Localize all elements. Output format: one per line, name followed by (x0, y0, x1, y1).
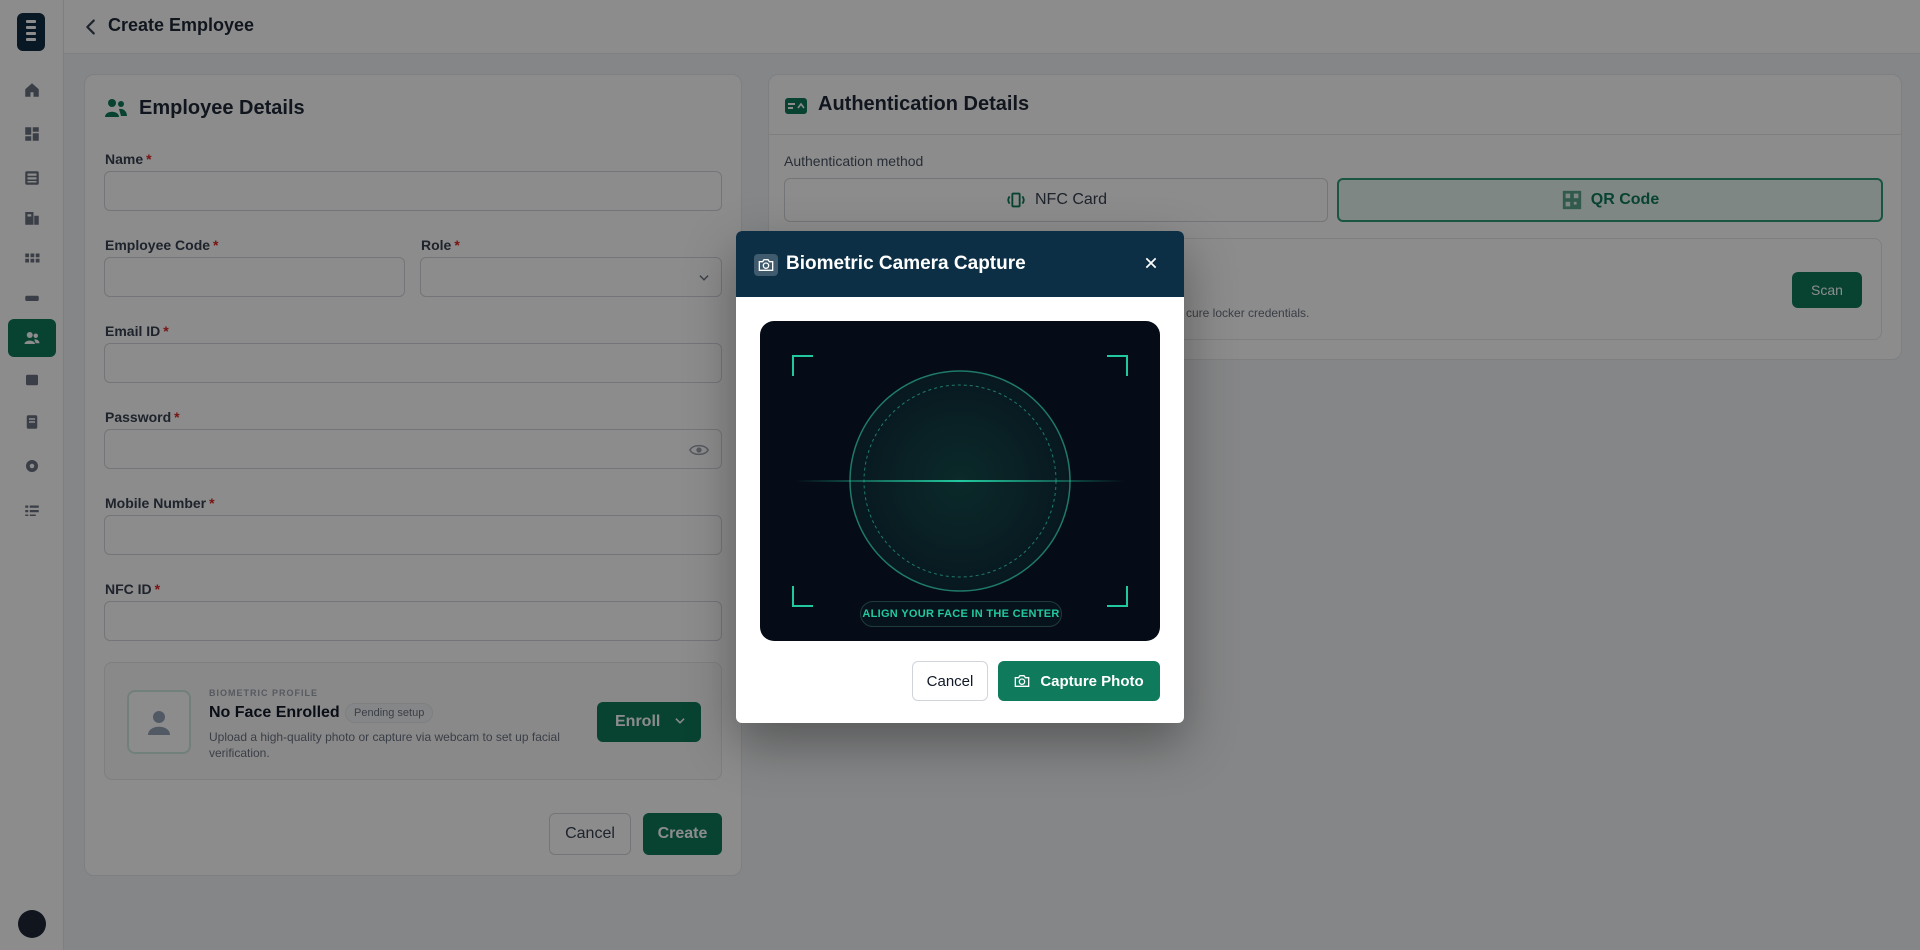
modal-cancel-button[interactable]: Cancel (912, 661, 988, 701)
camera-viewport: ALIGN YOUR FACE IN THE CENTER (760, 321, 1160, 641)
capture-photo-button[interactable]: Capture Photo (998, 661, 1160, 701)
close-button[interactable] (1140, 252, 1162, 274)
capture-photo-label: Capture Photo (1040, 672, 1144, 690)
biometric-camera-modal: Biometric Camera Capture ALIGN YOUR FACE… (736, 231, 1184, 723)
camera-icon (754, 254, 778, 276)
scan-line (795, 480, 1125, 482)
close-icon (1145, 257, 1157, 269)
modal-title: Biometric Camera Capture (786, 253, 1026, 274)
face-alignment-hint: ALIGN YOUR FACE IN THE CENTER (860, 601, 1062, 627)
camera-icon (1014, 675, 1030, 687)
modal-header: Biometric Camera Capture (736, 231, 1184, 297)
